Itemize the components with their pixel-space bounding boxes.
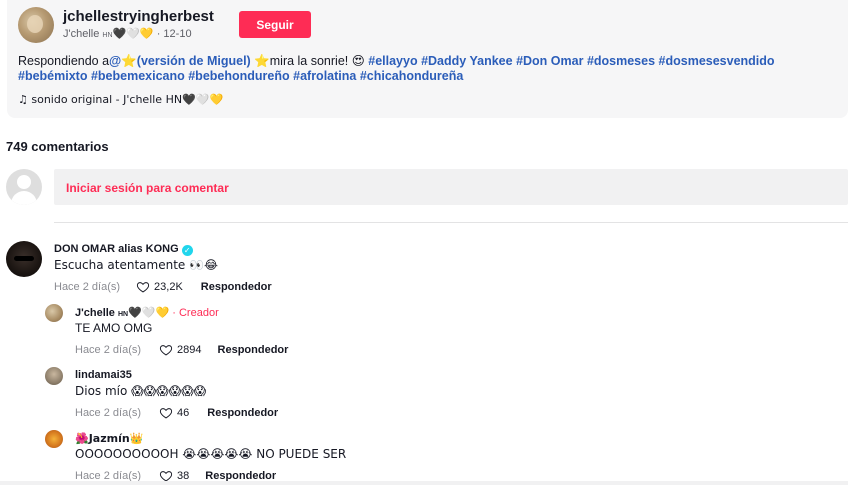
- heart-icon: [136, 282, 150, 293]
- author-subline: J'chelle HN🖤🤍💛 · 12-10: [63, 27, 192, 40]
- reply-author-name: J'chelle: [75, 307, 115, 319]
- horizontal-scrollbar[interactable]: [0, 481, 848, 485]
- caption-prefix: Respondiendo a: [18, 54, 110, 68]
- hashtag-link[interactable]: #chicahondureña: [360, 69, 464, 83]
- post-header-card: jchellestryingherbest J'chelle HN🖤🤍💛 · 1…: [7, 0, 848, 118]
- creator-badge: · Creador: [172, 307, 219, 319]
- hashtag-link[interactable]: #Daddy Yankee: [421, 54, 513, 68]
- reply-text: Dios mío 😱😱😱😱😱😱: [75, 384, 207, 398]
- hashtag-link[interactable]: #afrolatina: [293, 69, 356, 83]
- divider: [54, 222, 848, 223]
- reply-date: Hace 2 día(s): [75, 407, 142, 419]
- hashtag-link[interactable]: #bebémixto: [18, 69, 87, 83]
- reply-button[interactable]: Respondedor: [218, 344, 289, 356]
- reply-text: TE AMO OMG: [75, 321, 153, 335]
- music-label: ♫ sonido original - J'chelle HN🖤🤍💛: [18, 93, 224, 106]
- like-count: 46: [177, 407, 190, 419]
- reply-date: Hace 2 día(s): [75, 344, 142, 356]
- hashtag-link[interactable]: #Don Omar: [516, 54, 583, 68]
- subline-separator: ·: [156, 28, 161, 40]
- reply-meta: Hace 2 día(s) 2894 Respondedor: [75, 343, 288, 357]
- heart-icon: [159, 345, 173, 356]
- reply-author-suffix: HN: [117, 311, 129, 318]
- guest-avatar: [6, 169, 42, 205]
- reply-button[interactable]: Respondedor: [207, 407, 278, 419]
- hashtag-link[interactable]: #bebehondureño: [188, 69, 289, 83]
- reply-meta: Hace 2 día(s) 46 Respondedor: [75, 406, 278, 420]
- login-to-comment-link[interactable]: Iniciar sesión para comentar: [66, 181, 229, 195]
- like-count: 23,2K: [154, 281, 183, 293]
- reply-author[interactable]: lindamai35: [75, 369, 132, 381]
- caption-mention[interactable]: @⭐(versión de Miguel) ⭐: [109, 54, 270, 68]
- comment-author-name: DON OMAR alias KONG: [54, 243, 179, 255]
- caption-text: mira la sonrie! 😍: [269, 54, 365, 68]
- comment-author[interactable]: DON OMAR alias KONG ✓: [54, 243, 193, 256]
- author-avatar[interactable]: [18, 7, 54, 43]
- author-display-suffix: HN: [102, 32, 113, 39]
- comment-text: Escucha atentamente 👀😂: [54, 258, 219, 272]
- follow-button[interactable]: Seguir: [239, 11, 311, 38]
- hashtag-link[interactable]: #ellayyo: [368, 54, 417, 68]
- verified-badge-icon: ✓: [181, 245, 193, 256]
- comment-login-box[interactable]: Iniciar sesión para comentar: [54, 169, 848, 205]
- hashtag-link[interactable]: #dosmeses: [587, 54, 655, 68]
- post-date: 12-10: [163, 28, 192, 40]
- author-display-name: J'chelle: [63, 28, 100, 40]
- comment-meta: Hace 2 día(s) 23,2K Respondedor: [54, 280, 272, 294]
- like-button[interactable]: 23,2K: [136, 280, 183, 294]
- like-count: 2894: [177, 344, 202, 356]
- author-display-emojis: 🖤🤍💛: [112, 27, 154, 40]
- like-button[interactable]: 2894: [159, 343, 202, 357]
- post-caption: Respondiendo a@⭐(versión de Miguel) ⭐mir…: [18, 54, 833, 84]
- comment-avatar[interactable]: [6, 241, 42, 277]
- hashtag-link[interactable]: #dosmesesvendido: [659, 54, 775, 68]
- reply-text: OOOOOOOOOOH 😭😭😭😭😭 NO PUEDE SER: [75, 447, 347, 461]
- reply-author-emojis: 🖤🤍💛: [128, 306, 170, 319]
- music-link[interactable]: ♫ sonido original - J'chelle HN🖤🤍💛: [18, 93, 223, 106]
- like-button[interactable]: 46: [159, 406, 189, 420]
- reply-author[interactable]: J'chelle HN🖤🤍💛 · Creador: [75, 306, 219, 319]
- reply-avatar[interactable]: [45, 367, 63, 385]
- reply-avatar[interactable]: [45, 430, 63, 448]
- comments-count: 749 comentarios: [6, 139, 109, 154]
- reply-author[interactable]: 🌺Jazmín👑: [75, 432, 143, 445]
- reply-button[interactable]: Respondedor: [201, 281, 272, 293]
- comment-date: Hace 2 día(s): [54, 281, 121, 293]
- heart-icon: [159, 408, 173, 419]
- reply-avatar[interactable]: [45, 304, 63, 322]
- hashtag-link[interactable]: #bebemexicano: [91, 69, 185, 83]
- author-username[interactable]: jchellestryingherbest: [63, 8, 214, 25]
